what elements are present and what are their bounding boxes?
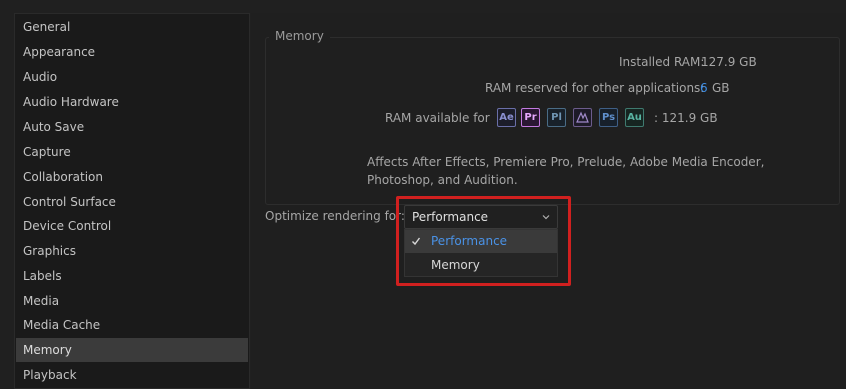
sidebar-item-playback[interactable]: Playback xyxy=(16,363,248,387)
media-encoder-icon xyxy=(573,108,592,127)
sidebar-item-labels[interactable]: Labels xyxy=(16,264,248,288)
preferences-window: General Appearance Audio Audio Hardware … xyxy=(0,0,846,389)
highlight-annotation-box xyxy=(396,196,571,286)
sidebar-item-audio-hardware[interactable]: Audio Hardware xyxy=(16,90,248,114)
sidebar-item-appearance[interactable]: Appearance xyxy=(16,40,248,64)
installed-ram-value: 127.9 GB xyxy=(701,55,757,69)
sidebar-item-media[interactable]: Media xyxy=(16,289,248,313)
optimize-rendering-label: Optimize rendering for: xyxy=(265,209,405,223)
memory-note-line-1: Affects After Effects, Premiere Pro, Pre… xyxy=(367,155,765,169)
after-effects-icon: Ae xyxy=(497,108,516,127)
installed-ram-label: Installed RAM: xyxy=(619,55,705,69)
ram-reserved-label: RAM reserved for other applications: xyxy=(485,81,705,95)
sidebar-item-control-surface[interactable]: Control Surface xyxy=(16,190,248,214)
premiere-pro-icon: Pr xyxy=(521,108,540,127)
memory-group-title: Memory xyxy=(269,29,330,43)
memory-note-line-2: Photoshop, and Audition. xyxy=(367,173,518,187)
sidebar-item-capture[interactable]: Capture xyxy=(16,140,248,164)
sidebar-item-media-cache[interactable]: Media Cache xyxy=(16,313,248,337)
sidebar-item-graphics[interactable]: Graphics xyxy=(16,239,248,263)
prelude-icon: Pl xyxy=(547,108,566,127)
sidebar-item-memory[interactable]: Memory xyxy=(16,338,248,362)
ram-reserved-value[interactable]: 6 xyxy=(700,81,708,95)
ram-reserved-unit: GB xyxy=(712,81,730,95)
sidebar-item-collaboration[interactable]: Collaboration xyxy=(16,165,248,189)
ram-available-value: : 121.9 GB xyxy=(654,111,718,125)
photoshop-icon: Ps xyxy=(599,108,618,127)
sidebar-item-general[interactable]: General xyxy=(16,15,248,39)
sidebar-item-auto-save[interactable]: Auto Save xyxy=(16,115,248,139)
sidebar-item-audio[interactable]: Audio xyxy=(16,65,248,89)
ram-available-label: RAM available for xyxy=(385,111,490,125)
preferences-sidebar: General Appearance Audio Audio Hardware … xyxy=(14,13,250,389)
audition-icon: Au xyxy=(625,108,644,127)
sidebar-item-device-control[interactable]: Device Control xyxy=(16,214,248,238)
